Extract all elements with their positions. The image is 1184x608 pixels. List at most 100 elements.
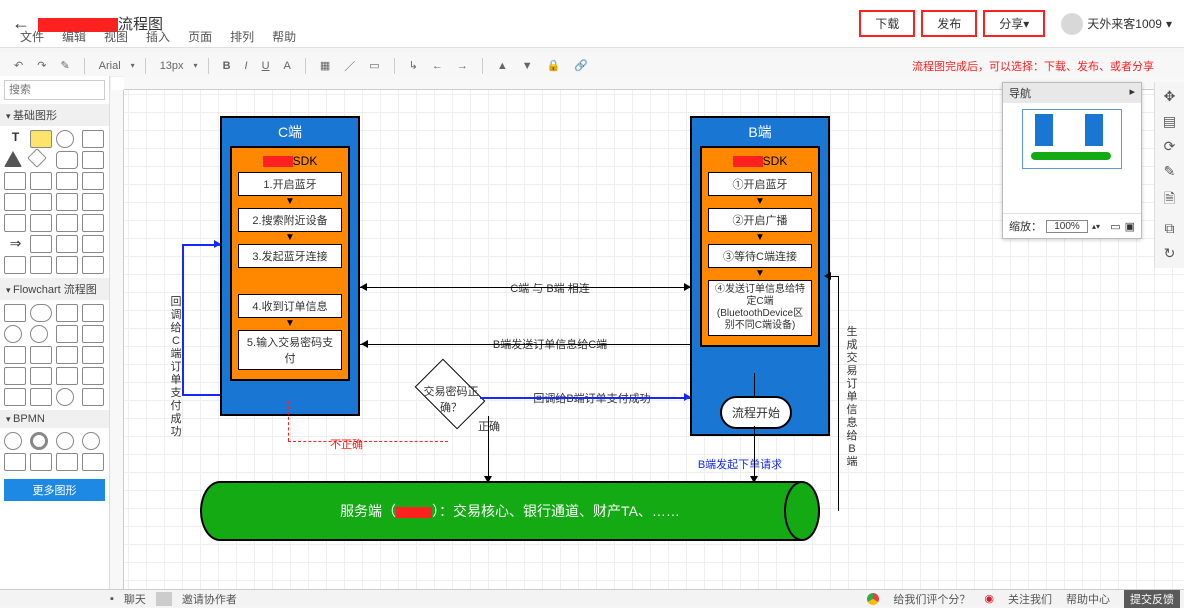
lock-icon[interactable]: 🔒 (543, 57, 565, 74)
italic-button[interactable]: I (241, 58, 252, 74)
f9[interactable] (4, 346, 26, 364)
layers-icon[interactable]: ▤ (1163, 113, 1176, 130)
f11[interactable] (56, 346, 78, 364)
more-shapes-button[interactable]: 更多图形 (4, 479, 105, 501)
navigator-collapse-icon[interactable]: ▸ (1129, 85, 1135, 101)
menu-edit[interactable]: 编辑 (62, 28, 86, 45)
s6[interactable] (30, 193, 52, 211)
b-panel[interactable]: B端 SDK ①开启蓝牙 ▼ ②开启广播 ▼ ③等待C端连接 ▼ ④发送订单信息… (690, 116, 830, 436)
feedback-button[interactable]: 提交反馈 (1124, 590, 1180, 608)
f18[interactable] (30, 388, 52, 406)
f12[interactable] (82, 346, 104, 364)
s16[interactable] (4, 256, 26, 274)
c-step-1[interactable]: 1.开启蓝牙 (238, 172, 342, 196)
tri-shape[interactable] (4, 151, 22, 167)
s1[interactable] (4, 172, 26, 190)
share-button[interactable]: 分享▾ (983, 10, 1045, 37)
b1[interactable] (4, 432, 22, 450)
download-button[interactable]: 下载 (859, 10, 915, 37)
b6[interactable] (30, 453, 52, 471)
f7[interactable] (56, 325, 78, 343)
s8[interactable] (82, 193, 104, 211)
front-icon[interactable]: ▲ (493, 58, 512, 74)
zoom-input[interactable]: 100% (1046, 220, 1088, 233)
b-step-1[interactable]: ①开启蓝牙 (708, 172, 812, 196)
b-step-3[interactable]: ③等待C端连接 (708, 244, 812, 268)
s4[interactable] (82, 172, 104, 190)
collab-avatar[interactable] (156, 592, 172, 606)
underline-button[interactable]: U (258, 58, 274, 74)
help-link[interactable]: 帮助中心 (1066, 591, 1110, 607)
f15[interactable] (56, 367, 78, 385)
s11[interactable] (56, 214, 78, 232)
doc-icon[interactable]: 🗎 (1164, 188, 1175, 212)
cat-flowchart[interactable]: Flowchart 流程图 (0, 278, 109, 300)
refresh-icon[interactable]: ↻ (1164, 245, 1176, 262)
s18[interactable] (56, 256, 78, 274)
back-icon-tb[interactable]: ▼ (518, 58, 537, 74)
round-rect-shape[interactable] (56, 151, 78, 169)
arrow-shape[interactable]: ⇒ (4, 235, 27, 253)
f17[interactable] (4, 388, 26, 406)
s14[interactable] (56, 235, 78, 253)
fill-icon[interactable]: ▦ (316, 57, 334, 74)
f13[interactable] (4, 367, 26, 385)
f4[interactable] (82, 304, 104, 322)
menu-file[interactable]: 文件 (20, 28, 44, 45)
s7[interactable] (56, 193, 78, 211)
s9[interactable] (4, 214, 26, 232)
undo-icon[interactable]: ↶ (10, 57, 27, 74)
f10[interactable] (30, 346, 52, 364)
font-color-button[interactable]: A (280, 58, 295, 74)
cat-bpmn[interactable]: BPMN (0, 410, 109, 428)
f8[interactable] (82, 325, 104, 343)
bold-button[interactable]: B (219, 58, 235, 74)
rect-shape[interactable] (82, 130, 104, 148)
c-panel[interactable]: C端 SDK 1.开启蓝牙 ▼ 2.搜索附近设备 ▼ 3.发起蓝牙连接 4.收到… (220, 116, 360, 416)
c-step-4[interactable]: 4.收到订单信息 (238, 294, 342, 318)
chat-icon[interactable]: ▪ (110, 593, 114, 605)
s2[interactable] (30, 172, 52, 190)
s15[interactable] (82, 235, 104, 253)
shape-search-input[interactable] (4, 80, 105, 100)
server-cylinder[interactable]: 服务端（）：交易核心、银行通道、财产TA、…… (200, 481, 820, 541)
panel-toggle-icon[interactable]: ︽ (1164, 0, 1178, 2)
follow-link[interactable]: 关注我们 (1008, 591, 1052, 607)
f14[interactable] (30, 367, 52, 385)
menu-help[interactable]: 帮助 (272, 28, 296, 45)
b-step-2[interactable]: ②开启广播 (708, 208, 812, 232)
canvas[interactable]: C端 SDK 1.开启蓝牙 ▼ 2.搜索附近设备 ▼ 3.发起蓝牙连接 4.收到… (110, 76, 1184, 589)
arrow-start-icon[interactable]: ← (428, 58, 447, 74)
b4[interactable] (82, 432, 100, 450)
text-shape[interactable]: T (4, 130, 27, 148)
s12[interactable] (82, 214, 104, 232)
menu-view[interactable]: 视图 (104, 28, 128, 45)
invite-button[interactable]: 邀请协作者 (182, 591, 237, 607)
hex-shape[interactable] (82, 151, 104, 169)
circle-shape[interactable] (56, 130, 74, 148)
f19[interactable] (56, 388, 74, 406)
font-select[interactable]: Arial (95, 58, 125, 74)
f3[interactable] (56, 304, 78, 322)
paint-icon[interactable]: ✎ (56, 57, 73, 74)
cat-basic[interactable]: 基础图形 (0, 104, 109, 126)
f5[interactable] (4, 325, 22, 343)
arrow-end-icon[interactable]: → (453, 58, 472, 74)
b8[interactable] (82, 453, 104, 471)
f20[interactable] (82, 388, 104, 406)
fit-page-icon[interactable]: ▭ (1110, 220, 1120, 233)
diamond-shape[interactable] (27, 148, 47, 168)
data-icon[interactable]: ⧉ (1165, 220, 1175, 237)
b2[interactable] (30, 432, 48, 450)
border-icon[interactable]: ▭ (365, 57, 383, 74)
b3[interactable] (56, 432, 74, 450)
start-node[interactable]: 流程开始 (720, 396, 792, 429)
user-menu[interactable]: 天外来客1009▾ (1061, 13, 1172, 35)
f1[interactable] (4, 304, 26, 322)
s13[interactable] (30, 235, 52, 253)
menu-page[interactable]: 页面 (188, 28, 212, 45)
b-step-4[interactable]: ④发送订单信息给特定C端(BluetoothDevice区别不同C端设备) (708, 280, 812, 336)
connector-icon[interactable]: ↳ (405, 57, 422, 74)
navigator-panel[interactable]: 导航 ▸ 缩放： 100% ▴▾ ▭ ▣ (1002, 82, 1142, 239)
target-icon[interactable]: ✥ (1164, 88, 1176, 105)
